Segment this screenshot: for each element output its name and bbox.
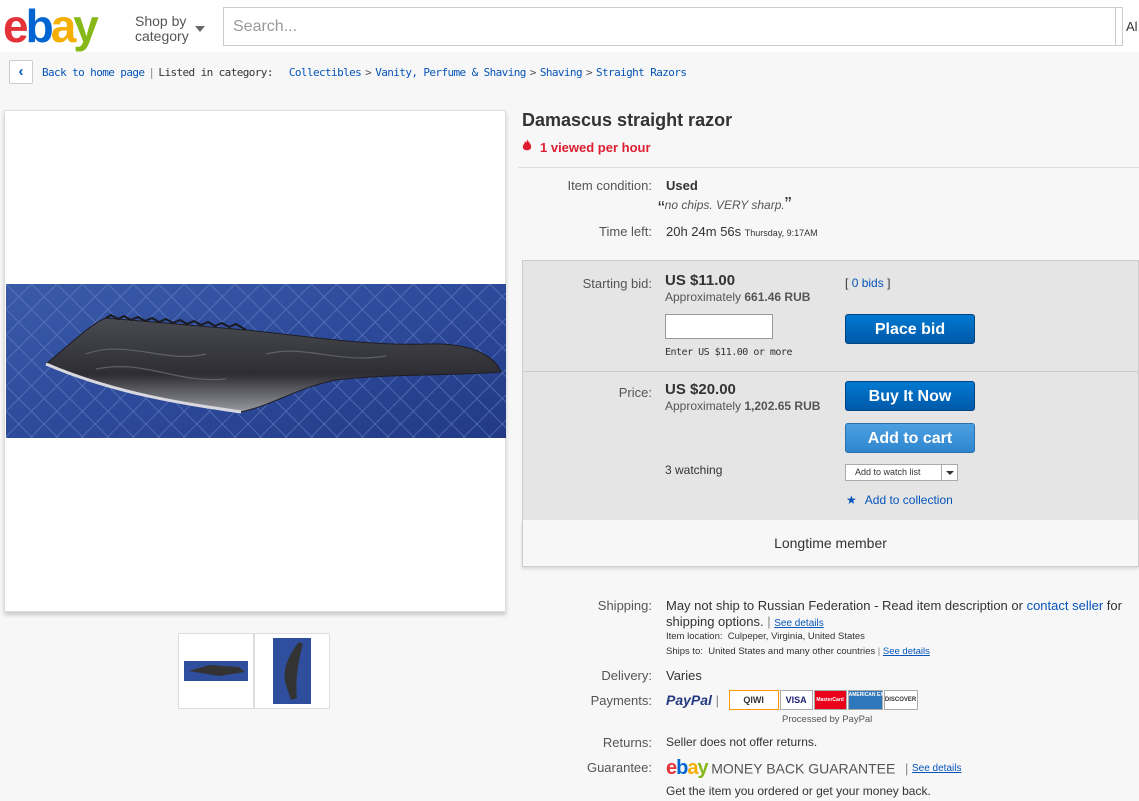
starting-approx: Approximately 661.46 RUB bbox=[665, 290, 810, 304]
add-to-cart-button[interactable]: Add to cart bbox=[845, 423, 975, 453]
divider bbox=[518, 167, 1139, 168]
time-left-value: 20h 24m 56s bbox=[666, 224, 742, 239]
ships-to-value: United States and many other countries bbox=[708, 646, 876, 657]
bids-count: [ 0 bids ] bbox=[845, 276, 890, 290]
item-location-label: Item location: bbox=[666, 631, 723, 642]
condition-quote-text: no chips. VERY sharp. bbox=[664, 198, 785, 212]
buy-it-now-button[interactable]: Buy It Now bbox=[845, 381, 975, 411]
shipping-label: Shipping: bbox=[597, 598, 652, 613]
shipping-text-2: for bbox=[1106, 598, 1122, 613]
category-label: category bbox=[135, 28, 189, 44]
visa-icon: VISA bbox=[779, 690, 813, 710]
breadcrumb-separator: > bbox=[365, 66, 372, 79]
price-label: Price: bbox=[618, 385, 652, 400]
condition-label: Item condition: bbox=[567, 178, 652, 193]
item-location: Item location: Culpeper, Virginia, Unite… bbox=[666, 631, 865, 642]
returns-label: Returns: bbox=[602, 735, 652, 750]
approx-prefix: Approximately bbox=[665, 290, 742, 304]
ships-to: Ships to: United States and many other c… bbox=[666, 646, 930, 657]
bid-hint: Enter US $11.00 or more bbox=[665, 347, 792, 358]
discover-icon: DISCOVER bbox=[883, 690, 918, 710]
longtime-member-banner: Longtime member bbox=[522, 520, 1139, 567]
delivery-value: Varies bbox=[666, 668, 702, 683]
condition-value: Used bbox=[666, 178, 698, 193]
payments-label: Payments: bbox=[590, 693, 652, 708]
razor-photo[interactable] bbox=[6, 284, 506, 438]
flame-icon bbox=[522, 139, 532, 151]
viewed-text: 1 viewed per hour bbox=[540, 140, 651, 155]
add-to-watch-list-dropdown[interactable]: Add to watch list bbox=[845, 464, 958, 481]
breadcrumb-shaving[interactable]: Shaving bbox=[540, 66, 583, 79]
shipping-text-1: May not ship to Russian Federation - Rea… bbox=[666, 598, 1023, 613]
chevron-down-icon[interactable] bbox=[195, 26, 205, 32]
item-location-value: Culpeper, Virginia, United States bbox=[727, 631, 865, 642]
starting-approx-value: 661.46 RUB bbox=[744, 290, 811, 304]
listed-in-label: Listed in category: bbox=[158, 66, 273, 79]
delivery-label: Delivery: bbox=[601, 668, 652, 683]
shop-by-label: Shop by bbox=[135, 13, 187, 29]
condition-quote: “no chips. VERY sharp.” bbox=[658, 194, 792, 220]
back-to-home-link[interactable]: Back to home page bbox=[42, 66, 145, 79]
breadcrumb-vanity[interactable]: Vanity, Perfume & Shaving bbox=[375, 66, 526, 79]
add-to-collection[interactable]: ★ Add to collection bbox=[846, 493, 953, 507]
place-bid-button[interactable]: Place bid bbox=[845, 314, 975, 344]
time-left-label: Time left: bbox=[599, 224, 652, 239]
site-header: ebay Shop by category Search... Al bbox=[0, 0, 1139, 52]
watching-count: 3 watching bbox=[665, 463, 723, 477]
processed-by-paypal: Processed by PayPal bbox=[782, 714, 873, 725]
guarantee-label: Guarantee: bbox=[586, 760, 652, 775]
breadcrumb-collectibles[interactable]: Collectibles bbox=[289, 66, 362, 79]
add-watch-label: Add to watch list bbox=[855, 467, 921, 477]
add-to-collection-link[interactable]: Add to collection bbox=[865, 493, 953, 507]
shipping-see-details-link[interactable]: See details bbox=[774, 618, 823, 629]
viewed-per-hour: 1 viewed per hour bbox=[522, 139, 651, 155]
money-back-guarantee: MONEY BACK GUARANTEE bbox=[711, 760, 896, 777]
ebay-small-logo: ebay bbox=[666, 757, 709, 779]
item-title: Damascus straight razor bbox=[522, 110, 733, 130]
returns-value: Seller does not offer returns. bbox=[666, 735, 818, 749]
thumbnail-razor-vertical bbox=[273, 638, 311, 704]
ebay-logo[interactable]: ebay bbox=[3, 2, 99, 50]
price-approx: Approximately 1,202.65 RUB bbox=[665, 399, 820, 413]
contact-seller-link[interactable]: contact seller bbox=[1027, 598, 1104, 613]
shipping-text-3: shipping options. bbox=[666, 614, 764, 629]
bid-box-divider bbox=[523, 371, 1139, 372]
price-approx-value: 1,202.65 RUB bbox=[744, 399, 821, 413]
buy-now-price: US $20.00 bbox=[665, 381, 736, 398]
ships-to-label: Ships to: bbox=[666, 646, 703, 657]
shipping-text: May not ship to Russian Federation - Rea… bbox=[666, 598, 1122, 629]
search-category-select[interactable]: Al bbox=[1115, 7, 1139, 46]
bid-amount-input[interactable] bbox=[665, 314, 773, 339]
chevron-left-icon[interactable]: ‹ bbox=[9, 60, 33, 84]
starting-bid-label: Starting bid: bbox=[582, 276, 652, 291]
breadcrumb-separator: > bbox=[585, 66, 593, 79]
bids-link[interactable]: 0 bids bbox=[852, 276, 884, 290]
time-left-end: Thursday, 9:17AM bbox=[744, 228, 818, 238]
mastercard-icon: MasterCard bbox=[813, 690, 847, 710]
search-input[interactable]: Search... bbox=[223, 7, 1123, 46]
shop-by-category-button[interactable]: Shop by category bbox=[135, 14, 189, 44]
bracket-open: [ bbox=[845, 276, 849, 290]
thumbnail-2[interactable] bbox=[254, 633, 330, 709]
breadcrumb-straight-razors[interactable]: Straight Razors bbox=[596, 66, 687, 79]
main-image-panel[interactable] bbox=[4, 110, 506, 612]
ships-see-details-link[interactable]: See details bbox=[883, 646, 930, 657]
guarantee-see-details-link[interactable]: See details bbox=[912, 763, 961, 774]
thumbnail-razor-horizontal bbox=[184, 661, 248, 681]
thumbnail-1[interactable] bbox=[178, 633, 254, 709]
breadcrumb-separator: > bbox=[529, 66, 537, 79]
time-left: 20h 24m 56s Thursday, 9:17AM bbox=[666, 224, 818, 239]
starting-price: US $11.00 bbox=[665, 272, 736, 289]
amex-icon: AMERICAN EXPRESS bbox=[847, 690, 901, 710]
chevron-down-icon[interactable] bbox=[941, 465, 957, 480]
guarantee-note: Get the item you ordered or get your mon… bbox=[666, 784, 931, 798]
guarantee: ebay MONEY BACK GUARANTEE | See details bbox=[666, 757, 962, 779]
qiwi-icon: QIWI bbox=[728, 690, 779, 710]
bracket-close: ] bbox=[887, 276, 891, 290]
paypal-logo: PayPal bbox=[666, 692, 712, 708]
breadcrumb: Back to home page | Listed in category: Co… bbox=[42, 66, 687, 79]
star-icon: ★ bbox=[846, 493, 857, 507]
payment-methods: PayPal | QIWI VISA MasterCardAMERICAN EXPR… bbox=[666, 690, 918, 710]
approx-prefix: Approximately bbox=[665, 399, 742, 413]
